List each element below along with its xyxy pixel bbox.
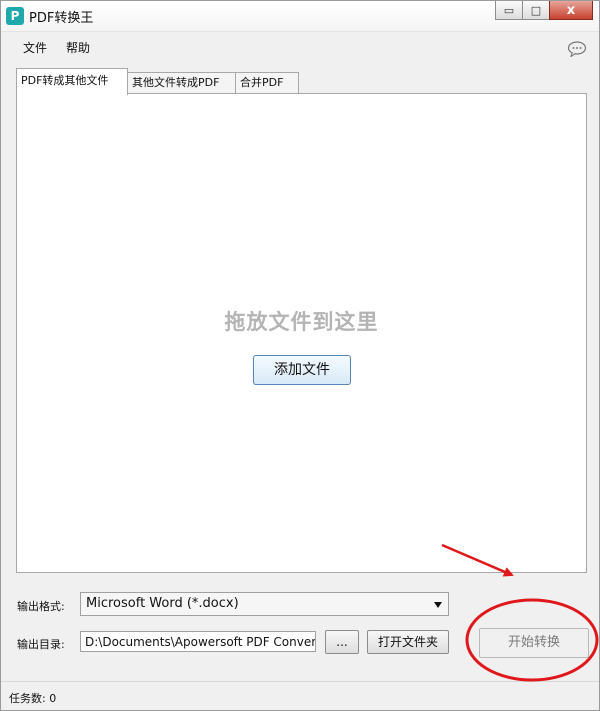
- annotation-arrow: [441, 543, 514, 577]
- annotation-overlay: [441, 543, 599, 682]
- annotation-circle: [465, 598, 599, 682]
- tab-pdf-to-other[interactable]: PDF转成其他文件: [16, 68, 128, 95]
